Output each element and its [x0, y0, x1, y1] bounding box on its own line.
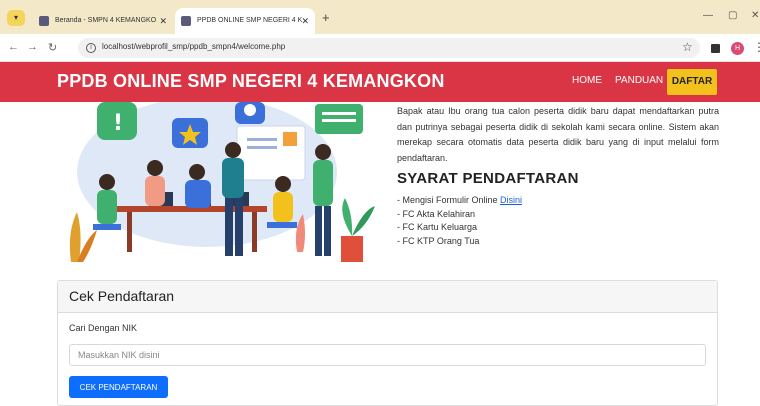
browser-toolbar: ← → ↻ i localhost/webprofil_smp/ppdb_smp… [0, 34, 760, 62]
sidebar-panel-icon[interactable] [711, 44, 720, 53]
nik-input[interactable] [69, 344, 706, 366]
forward-arrow-icon[interactable]: → [27, 41, 38, 53]
close-tab-icon[interactable]: ✕ [159, 8, 167, 34]
syarat-item: - Mengisi Formulir Online Disini [397, 194, 522, 208]
card-header: Cek Pendaftaran [58, 281, 717, 313]
tab-title: PPDB ONLINE SMP NEGERI 4 K [197, 17, 303, 24]
tab-title: Beranda - SMPN 4 KEMANGKO [55, 17, 157, 24]
daftar-button[interactable]: DAFTAR [667, 69, 717, 95]
nav-panduan-link[interactable]: PANDUAN [615, 75, 663, 86]
syarat-title: SYARAT PENDAFTARAN [397, 170, 579, 187]
address-bar[interactable]: i localhost/webprofil_smp/ppdb_smpn4/wel… [78, 38, 700, 58]
formulir-disini-link[interactable]: Disini [500, 195, 522, 205]
syarat-list: - Mengisi Formulir Online Disini - FC Ak… [397, 194, 522, 248]
intro-paragraph: Bapak atau Ibu orang tua calon peserta d… [397, 106, 719, 163]
reload-icon[interactable]: ↻ [48, 41, 57, 54]
close-tab-icon[interactable]: ✕ [301, 8, 309, 34]
syarat-item: - FC Akta Kelahiran [397, 208, 476, 219]
restore-icon[interactable]: ▢ [728, 10, 737, 21]
tab-beranda[interactable]: Beranda - SMPN 4 KEMANGKO ✕ [33, 8, 173, 34]
site-info-icon[interactable]: i [86, 43, 96, 53]
favicon-icon [181, 16, 191, 26]
site-navbar: PPDB ONLINE SMP NEGERI 4 KEMANGKON HOME … [0, 62, 760, 102]
nik-label: Cari Dengan NIK [69, 323, 138, 333]
card-title: Cek Pendaftaran [69, 288, 175, 304]
browser-menu-icon[interactable]: ⋮ [753, 40, 760, 54]
tab-ppdb-active[interactable]: PPDB ONLINE SMP NEGERI 4 K ✕ [175, 8, 315, 34]
site-brand[interactable]: PPDB ONLINE SMP NEGERI 4 KEMANGKON [57, 71, 445, 92]
cek-pendaftaran-card: Cek Pendaftaran Cari Dengan NIK CEK PEND… [57, 280, 718, 406]
cek-pendaftaran-button[interactable]: CEK PENDAFTARAN [69, 376, 168, 398]
hero-illustration: ! [57, 102, 377, 268]
favicon-icon [39, 16, 49, 26]
syarat-item: - FC Kartu Keluarga [397, 222, 478, 232]
bookmark-star-icon[interactable]: ☆ [682, 40, 693, 54]
url-text[interactable]: localhost/webprofil_smp/ppdb_smpn4/welco… [102, 42, 285, 51]
svg-text:!: ! [113, 111, 123, 136]
close-window-icon[interactable]: ✕ [751, 10, 759, 21]
back-arrow-icon[interactable]: ← [8, 41, 19, 53]
profile-avatar-icon[interactable]: H [731, 42, 744, 55]
minimize-icon[interactable]: — [703, 10, 713, 21]
new-tab-plus-icon[interactable]: + [322, 10, 330, 25]
syarat-item-text: - Mengisi Formulir Online [397, 195, 501, 205]
tab-search-dropdown-icon[interactable]: ▾ [7, 10, 25, 26]
browser-tab-bar: ▾ Beranda - SMPN 4 KEMANGKO ✕ PPDB ONLIN… [0, 0, 760, 34]
nav-home-link[interactable]: HOME [572, 75, 602, 86]
syarat-item: - FC KTP Orang Tua [397, 235, 480, 246]
